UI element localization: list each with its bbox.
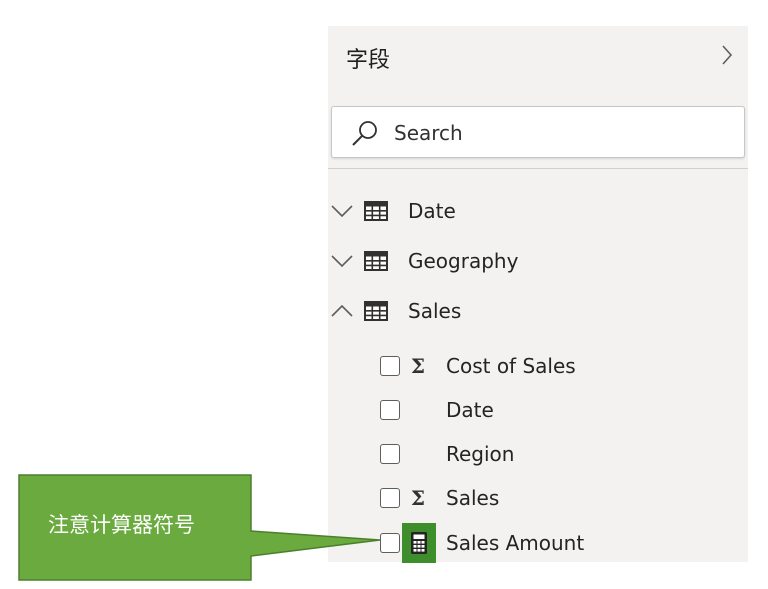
separator <box>328 168 748 169</box>
expand-toggle[interactable] <box>330 241 354 281</box>
search-input[interactable] <box>394 117 724 149</box>
field-name: Cost of Sales <box>446 354 576 378</box>
sigma-icon: Σ <box>410 486 426 510</box>
field-date[interactable]: Date <box>380 390 494 430</box>
table-name: Geography <box>408 249 519 273</box>
field-sales-amount[interactable]: Sales Amount <box>380 523 584 563</box>
collapse-toggle[interactable] <box>330 291 354 331</box>
search-box[interactable] <box>331 106 745 158</box>
expand-toggle[interactable] <box>330 191 354 231</box>
field-type-spacer <box>407 441 429 467</box>
field-checkbox[interactable] <box>380 400 400 420</box>
table-sales[interactable]: Sales <box>330 291 461 331</box>
field-checkbox[interactable] <box>380 356 400 376</box>
collapse-pane-button[interactable] <box>718 42 736 68</box>
field-name: Sales <box>446 486 500 510</box>
chevron-down-icon <box>331 205 353 217</box>
field-checkbox[interactable] <box>380 533 400 553</box>
annotation-text: 注意计算器符号 <box>48 513 195 537</box>
field-name: Sales Amount <box>446 531 585 555</box>
table-icon <box>364 301 388 321</box>
table-icon <box>364 201 388 221</box>
sigma-icon: Σ <box>410 354 426 378</box>
table-name: Sales <box>408 299 462 323</box>
field-sales[interactable]: Σ Sales <box>380 478 499 518</box>
field-checkbox[interactable] <box>380 444 400 464</box>
chevron-right-icon <box>722 45 733 65</box>
fields-pane: 字段 Date <box>328 26 748 563</box>
field-cost-of-sales[interactable]: Σ Cost of Sales <box>380 346 576 386</box>
calculator-icon-highlight <box>402 523 436 563</box>
field-checkbox[interactable] <box>380 488 400 508</box>
search-icon <box>352 121 377 146</box>
pane-title: 字段 <box>346 48 391 73</box>
table-geography[interactable]: Geography <box>330 241 518 281</box>
table-icon <box>364 251 388 271</box>
calculator-icon <box>411 532 427 554</box>
field-region[interactable]: Region <box>380 434 514 474</box>
field-name: Region <box>446 442 515 466</box>
field-type-spacer <box>407 397 429 423</box>
table-name: Date <box>408 199 456 223</box>
field-name: Date <box>446 398 494 422</box>
chevron-up-icon <box>331 305 353 317</box>
table-date[interactable]: Date <box>330 191 456 231</box>
chevron-down-icon <box>331 255 353 267</box>
